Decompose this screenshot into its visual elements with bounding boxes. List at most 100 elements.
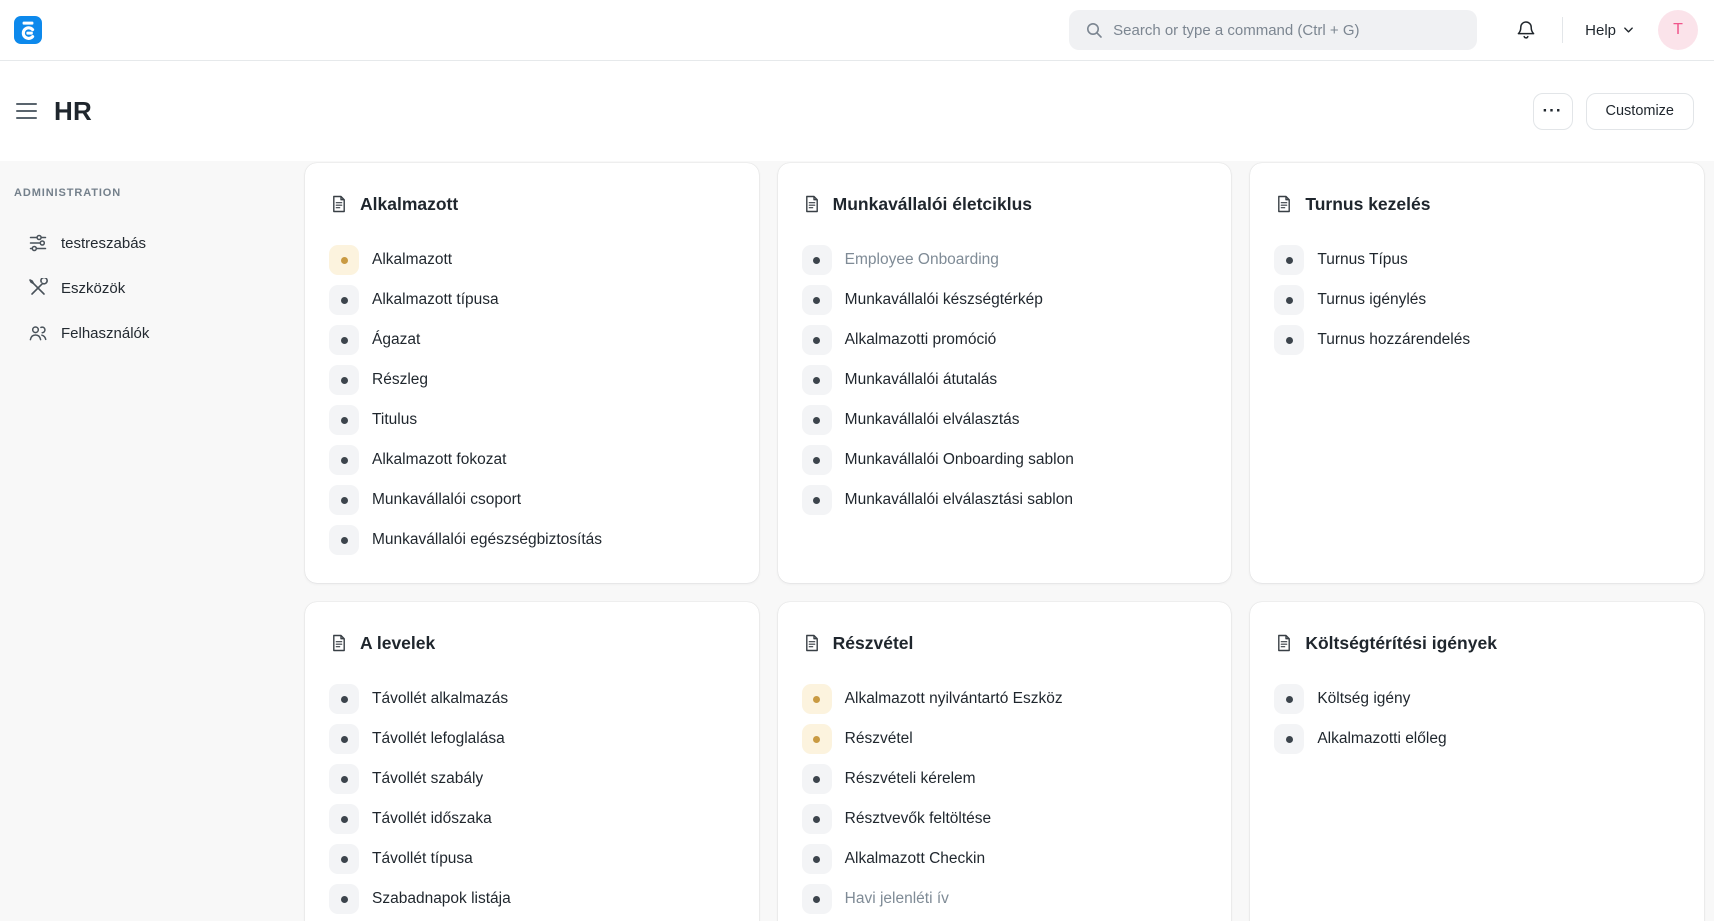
card-link[interactable]: Alkalmazott nyilvántartó Eszköz	[802, 684, 1208, 714]
dot-indicator	[802, 285, 832, 315]
page-header: HR ··· Customize	[0, 61, 1714, 161]
card-link[interactable]: Munkavállalói elválasztás	[802, 405, 1208, 435]
card-link[interactable]: Részleg	[329, 365, 735, 395]
card-link[interactable]: Távollét típusa	[329, 844, 735, 874]
card-link[interactable]: Munkavállalói Onboarding sablon	[802, 445, 1208, 475]
cards-grid: Alkalmazott Alkalmazott Alkalmazott típusa…	[305, 163, 1704, 921]
sidebar-item-felhasznalok[interactable]: Felhasználók	[14, 319, 280, 347]
card-header: Alkalmazott	[329, 189, 735, 219]
card-link-list: Alkalmazott Alkalmazott típusa Ágazat Részl…	[329, 245, 735, 555]
card-link-label: Részvételi kérelem	[845, 770, 976, 788]
card-header: Részvétel	[802, 628, 1208, 658]
sidebar-item-eszkozok[interactable]: Eszközök	[14, 274, 280, 302]
card-link-label: Alkalmazott Checkin	[845, 850, 985, 868]
dot	[813, 297, 820, 304]
app-logo-button[interactable]	[14, 16, 42, 44]
card-link-label: Munkavállalói átutalás	[845, 371, 998, 389]
card-link-label: Munkavállalói elválasztási sablon	[845, 491, 1073, 509]
dot	[813, 736, 820, 743]
card-link[interactable]: Munkavállalói elválasztási sablon	[802, 485, 1208, 515]
card-link-list: Költség igény Alkalmazotti előleg	[1274, 684, 1680, 754]
card-link[interactable]: Költség igény	[1274, 684, 1680, 714]
card-link[interactable]: Alkalmazott Checkin	[802, 844, 1208, 874]
card-link[interactable]: Titulus	[329, 405, 735, 435]
workspace-sidebar: ADMINISTRATION testreszabás Eszközök Felha…	[0, 161, 290, 921]
more-options-button[interactable]: ···	[1533, 93, 1573, 130]
dot	[813, 856, 820, 863]
card-link[interactable]: Alkalmazotti előleg	[1274, 724, 1680, 754]
card-link-label: Titulus	[372, 411, 417, 429]
dot-indicator	[1274, 245, 1304, 275]
sidebar-item-label: Felhasználók	[61, 325, 149, 342]
card-link[interactable]: Távollét lefoglalása	[329, 724, 735, 754]
dot-indicator	[802, 445, 832, 475]
card-link-label: Havi jelenléti ív	[845, 890, 949, 908]
card-link-list: Alkalmazott nyilvántartó Eszköz Részvétel…	[802, 684, 1208, 914]
orange-dot-indicator	[802, 684, 832, 714]
card-link[interactable]: Munkavállalói készségtérkép	[802, 285, 1208, 315]
dot-indicator	[329, 724, 359, 754]
customize-button[interactable]: Customize	[1586, 93, 1695, 130]
card-link[interactable]: Részvételi kérelem	[802, 764, 1208, 794]
card-link[interactable]: Részvétel	[802, 724, 1208, 754]
workspace-card-reszvetel: RészvételAlkalmazott nyilvántartó Eszköz…	[778, 602, 1232, 921]
sliders-icon	[28, 233, 48, 253]
card-link-label: Munkavállalói csoport	[372, 491, 521, 509]
card-link[interactable]: Havi jelenléti ív	[802, 884, 1208, 914]
card-link[interactable]: Távollét szabály	[329, 764, 735, 794]
card-link[interactable]: Turnus igénylés	[1274, 285, 1680, 315]
dot-indicator	[802, 405, 832, 435]
card-link[interactable]: Szabadnapok listája	[329, 884, 735, 914]
document-icon	[329, 194, 349, 214]
dot	[813, 497, 820, 504]
card-link-label: Távollét időszaka	[372, 810, 492, 828]
workspace-card-alkalmazott: Alkalmazott Alkalmazott Alkalmazott típusa…	[305, 163, 759, 583]
card-link-label: Alkalmazott fokozat	[372, 451, 506, 469]
card-link[interactable]: Employee Onboarding	[802, 245, 1208, 275]
card-link[interactable]: Alkalmazott típusa	[329, 285, 735, 315]
card-link[interactable]: Alkalmazotti promóció	[802, 325, 1208, 355]
card-link[interactable]: Alkalmazott fokozat	[329, 445, 735, 475]
card-link-label: Ágazat	[372, 331, 420, 349]
card-title: Alkalmazott	[360, 194, 458, 215]
card-link-list: Távollét alkalmazás Távollét lefoglalása T…	[329, 684, 735, 914]
card-link-label: Költség igény	[1317, 690, 1410, 708]
dot-indicator	[802, 245, 832, 275]
dot	[341, 417, 348, 424]
sidebar-section-label: ADMINISTRATION	[14, 187, 280, 199]
tools-icon	[28, 278, 48, 298]
card-title: Részvétel	[833, 633, 914, 654]
card-link[interactable]: Munkavállalói csoport	[329, 485, 735, 515]
dot	[1286, 736, 1293, 743]
sidebar-toggle-button[interactable]	[16, 103, 37, 119]
card-header: Turnus kezelés	[1274, 189, 1680, 219]
card-link[interactable]: Munkavállalói egészségbiztosítás	[329, 525, 735, 555]
help-label: Help	[1585, 22, 1616, 39]
dot	[813, 377, 820, 384]
help-menu-button[interactable]: Help	[1585, 22, 1634, 39]
notifications-button[interactable]	[1515, 19, 1537, 41]
card-title: Költségtérítési igények	[1305, 633, 1497, 654]
dot	[341, 337, 348, 344]
card-link[interactable]: Alkalmazott	[329, 245, 735, 275]
card-link[interactable]: Ágazat	[329, 325, 735, 355]
card-link-label: Alkalmazott	[372, 251, 452, 269]
card-link[interactable]: Távollét időszaka	[329, 804, 735, 834]
dot	[813, 696, 820, 703]
card-link[interactable]: Turnus hozzárendelés	[1274, 325, 1680, 355]
workspace-content: ADMINISTRATION testreszabás Eszközök Felha…	[0, 161, 1714, 921]
card-link[interactable]: Távollét alkalmazás	[329, 684, 735, 714]
dot-indicator	[329, 525, 359, 555]
dot-indicator	[329, 485, 359, 515]
card-link[interactable]: Munkavállalói átutalás	[802, 365, 1208, 395]
card-link-label: Turnus Típus	[1317, 251, 1407, 269]
card-link[interactable]: Turnus Típus	[1274, 245, 1680, 275]
dot	[1286, 257, 1293, 264]
user-avatar[interactable]: T	[1658, 10, 1698, 50]
card-link-label: Turnus hozzárendelés	[1317, 331, 1470, 349]
card-link-label: Távollét lefoglalása	[372, 730, 505, 748]
search-input[interactable]	[1069, 10, 1477, 50]
sidebar-item-testreszabas[interactable]: testreszabás	[14, 229, 280, 257]
workspace-main: Alkalmazott Alkalmazott Alkalmazott típusa…	[290, 161, 1714, 921]
card-link[interactable]: Résztvevők feltöltése	[802, 804, 1208, 834]
